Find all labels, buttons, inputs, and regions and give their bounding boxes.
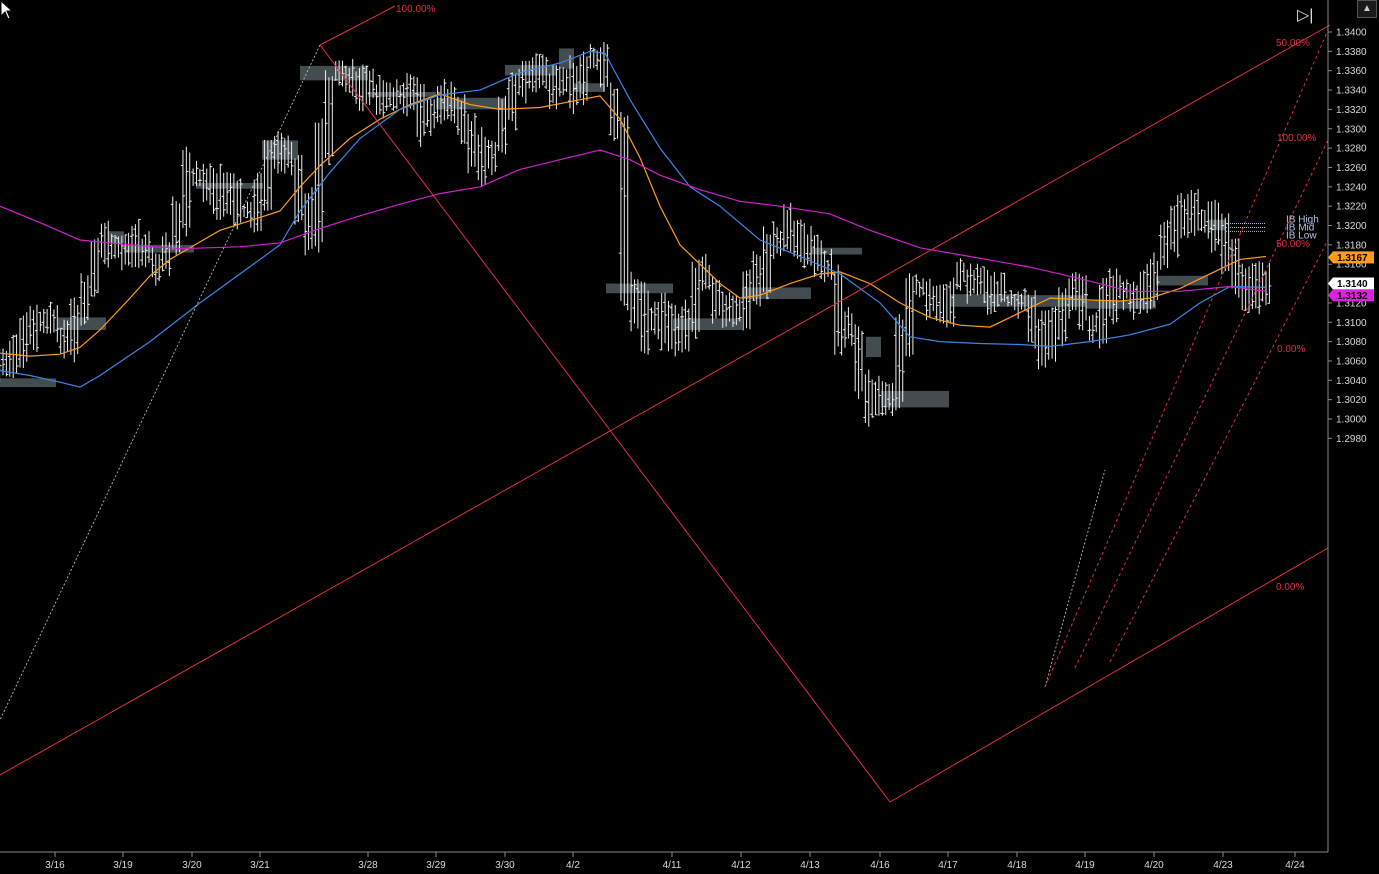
initial-balance-box bbox=[436, 97, 506, 110]
time-tick-label: 4/17 bbox=[938, 860, 958, 871]
fib-level-label: 100.00% bbox=[396, 4, 436, 15]
initial-balance-box bbox=[881, 390, 949, 408]
price-tick-label: 1.3400 bbox=[1336, 28, 1367, 39]
time-tick-label: 4/24 bbox=[1285, 860, 1305, 871]
price-tick-label: 1.3320 bbox=[1336, 105, 1367, 116]
fib-level-label: 50.00% bbox=[1276, 38, 1310, 49]
price-tick-label: 1.3200 bbox=[1336, 221, 1367, 232]
fib-level-label: 100.00% bbox=[1277, 133, 1317, 144]
price-tick-label: 1.3040 bbox=[1336, 376, 1367, 387]
price-tags: 1.3167 1.31401.3132 bbox=[1328, 251, 1374, 302]
price-tick-label: 1.3300 bbox=[1336, 124, 1367, 135]
time-tick-label: 4/16 bbox=[870, 860, 890, 871]
price-tag-label: 1.3167 bbox=[1337, 253, 1368, 264]
time-tick-label: 4/13 bbox=[800, 860, 820, 871]
fibonacci-drawings[interactable]: 100.00%50.00%100.00%50.00%0.00%0.00%IB H… bbox=[0, 4, 1331, 803]
time-tick-label: 4/20 bbox=[1144, 860, 1164, 871]
price-tick-label: 1.3080 bbox=[1336, 337, 1367, 348]
price-tick-label: 1.3380 bbox=[1336, 47, 1367, 58]
time-tick-label: 3/30 bbox=[495, 860, 515, 871]
time-tick-label: 4/12 bbox=[731, 860, 751, 871]
price-chart[interactable]: 100.00%50.00%100.00%50.00%0.00%0.00%IB H… bbox=[0, 0, 1379, 874]
time-tick-label: 3/20 bbox=[182, 860, 202, 871]
mouse-cursor-icon bbox=[0, 0, 14, 20]
time-tick-label: 4/18 bbox=[1007, 860, 1027, 871]
time-tick-label: 4/11 bbox=[663, 860, 682, 871]
price-tag-label: 1.3132 bbox=[1337, 291, 1368, 302]
retracement-line[interactable] bbox=[319, 44, 891, 803]
price-tag: 1.3132 bbox=[1328, 289, 1374, 302]
price-tick-label: 1.3360 bbox=[1336, 66, 1367, 77]
initial-balance-box bbox=[196, 182, 263, 189]
initial-balance-box bbox=[811, 247, 862, 255]
initial-balance-box bbox=[1086, 300, 1156, 309]
scroll-up-button[interactable]: ▲ bbox=[1357, 0, 1377, 18]
initial-balance-box bbox=[866, 336, 881, 358]
price-tick-label: 1.3240 bbox=[1336, 182, 1367, 193]
price-tick-label: 1.3180 bbox=[1336, 240, 1367, 251]
time-tick-label: 3/28 bbox=[358, 860, 378, 871]
fib-extension-top[interactable] bbox=[319, 5, 396, 46]
price-tick-label: 1.3220 bbox=[1336, 202, 1367, 213]
scroll-to-end-icon[interactable]: ▷| bbox=[1297, 6, 1319, 26]
price-tick-label: 1.2980 bbox=[1336, 434, 1367, 445]
price-tick-label: 1.3020 bbox=[1336, 395, 1367, 406]
price-tick-label: 1.3100 bbox=[1336, 318, 1367, 329]
price-tick-label: 1.3260 bbox=[1336, 163, 1367, 174]
time-tick-label: 3/19 bbox=[113, 860, 133, 871]
time-tick-label: 4/23 bbox=[1213, 860, 1233, 871]
spacer bbox=[0, 274, 1328, 624]
time-axis[interactable]: 3/16 3/19 3/20 3/21 3/28 3/29 3/30 4/2 4/11 4/12 4… bbox=[0, 851, 1328, 871]
fib-level-label: 0.00% bbox=[1276, 582, 1304, 593]
price-tag: 1.3140 bbox=[1328, 277, 1374, 290]
fib-level-label: 0.00% bbox=[1277, 344, 1305, 355]
time-tick-label: 3/29 bbox=[426, 860, 446, 871]
time-tick-label: 4/2 bbox=[566, 860, 580, 871]
initial-balance-box bbox=[58, 317, 106, 330]
fib-dotted-line-2 bbox=[1044, 469, 1106, 688]
lower-trendline[interactable] bbox=[889, 547, 1329, 803]
price-tick-label: 1.3060 bbox=[1336, 356, 1367, 367]
price-tick-label: 1.3280 bbox=[1336, 144, 1367, 155]
price-tick-label: 1.3340 bbox=[1336, 86, 1367, 97]
time-tick-label: 4/19 bbox=[1075, 860, 1095, 871]
time-tick-label: 3/21 bbox=[250, 860, 270, 871]
price-axis[interactable]: 1.3400 1.3380 1.3360 1.3340 1.3320 1.3300 1.32… bbox=[1327, 0, 1367, 852]
price-tag: 1.3167 bbox=[1328, 251, 1374, 264]
initial-balance-box bbox=[673, 318, 742, 330]
ib-level-label: IB Low bbox=[1286, 230, 1317, 241]
time-tick-label: 3/16 bbox=[45, 860, 65, 871]
price-tag-label: 1.3140 bbox=[1337, 279, 1368, 290]
price-bars bbox=[0, 41, 1272, 427]
initial-balance-box bbox=[300, 65, 368, 81]
initial-balance-box bbox=[1156, 275, 1208, 286]
price-tick-label: 1.3000 bbox=[1336, 415, 1367, 426]
